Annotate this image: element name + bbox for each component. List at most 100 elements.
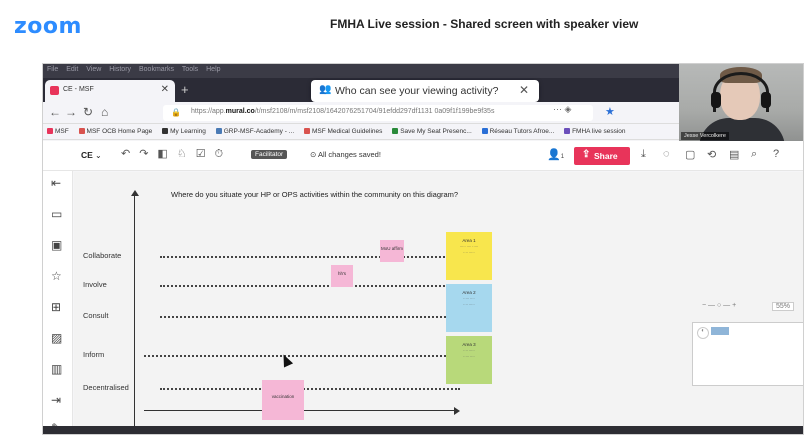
tab-title: CE - MSF bbox=[63, 86, 94, 93]
row-label-consult: Consult bbox=[83, 311, 109, 320]
row-line-involve bbox=[160, 285, 460, 287]
sticky-note-icon[interactable]: ▭ bbox=[51, 207, 62, 221]
row-label-collaborate: Collaborate bbox=[83, 251, 122, 260]
mural-canvas[interactable]: Where do you situate your HP or OPS acti… bbox=[74, 172, 803, 434]
comments-icon[interactable]: ◌ bbox=[663, 148, 670, 160]
people-icon: 👥 bbox=[319, 84, 332, 95]
meeting-title: FMHA Live session - Shared screen with s… bbox=[330, 17, 639, 31]
sticky-note-area[interactable]: Area 1 ····· ···· ····· ···· ····· bbox=[446, 232, 492, 280]
sticky-note[interactable]: MoU affirm bbox=[380, 240, 404, 262]
popup-text: Who can see your viewing activity? bbox=[335, 85, 499, 97]
help-icon[interactable]: ? bbox=[773, 148, 779, 160]
icons-star-icon[interactable]: ☆ bbox=[51, 269, 62, 283]
image-icon[interactable]: ▨ bbox=[51, 331, 62, 345]
zoom-header: zoom FMHA Live session - Shared screen w… bbox=[0, 0, 808, 58]
bookmark-icon bbox=[481, 128, 488, 134]
x-axis-arrow bbox=[454, 407, 460, 415]
bookmark-item[interactable]: Réseau Tutors Afroe... bbox=[481, 128, 554, 135]
bookmark-item[interactable]: GRP-MSF-Academy - ... bbox=[215, 128, 294, 135]
bookmark-item[interactable]: My Learning bbox=[162, 128, 206, 135]
download-icon[interactable]: ⤓ bbox=[641, 148, 646, 161]
url-domain: mural.co bbox=[225, 108, 255, 115]
row-label-involve: Involve bbox=[83, 280, 107, 289]
row-line-consult bbox=[160, 316, 470, 318]
facilitator-badge[interactable]: Facilitator bbox=[251, 150, 288, 159]
minimap-viewport[interactable] bbox=[711, 327, 729, 335]
search-icon[interactable]: ⌕ bbox=[751, 148, 757, 161]
frameworks-icon[interactable]: ⊞ bbox=[51, 300, 61, 314]
row-line-inform bbox=[144, 355, 474, 357]
chat-icon[interactable]: ▢ bbox=[685, 148, 695, 161]
mural-toolbar: CE ⌄ ↶↷◧♘☑⏱ Facilitator ⊙ All changes sa… bbox=[43, 141, 803, 171]
bookmark-item[interactable]: MSF Medical Guidelines bbox=[303, 128, 382, 135]
bookmark-item[interactable]: FMHA live session bbox=[564, 128, 626, 135]
bookmark-icon bbox=[564, 128, 571, 134]
row-label-inform: Inform bbox=[83, 350, 105, 359]
row-label-decentralised: Decentralised bbox=[83, 383, 129, 392]
menu-file[interactable]: File bbox=[47, 66, 58, 73]
zoom-percentage[interactable]: 55% bbox=[772, 302, 795, 311]
collaborators-icon[interactable]: 👤1 bbox=[547, 148, 564, 161]
lock-icon: 🔒 bbox=[171, 108, 181, 117]
address-field[interactable]: 🔒 https://app.mural.co/t/msf2108/m/msf21… bbox=[163, 105, 593, 121]
bookmark-icon bbox=[162, 128, 169, 134]
outline-icon[interactable]: ▤ bbox=[729, 148, 739, 161]
templates-icon[interactable]: ▣ bbox=[51, 238, 62, 252]
upload-icon[interactable]: ⇥ bbox=[51, 393, 61, 407]
menu-help[interactable]: Help bbox=[206, 66, 220, 73]
sticky-note-area[interactable]: Area 3 ···· ····· ····· ···· bbox=[446, 336, 492, 384]
bookmark-icon bbox=[392, 128, 399, 134]
minimap-toggle-icon[interactable]: ◐ bbox=[697, 327, 709, 339]
y-axis-arrow bbox=[131, 190, 139, 196]
menu-history[interactable]: History bbox=[109, 66, 131, 73]
bookmark-item[interactable]: Save My Seat Presenc... bbox=[392, 128, 472, 135]
forward-icon[interactable]: → bbox=[65, 105, 77, 119]
row-line-decentralised bbox=[160, 388, 460, 390]
browser-tab[interactable]: CE - MSF ✕ bbox=[45, 80, 175, 102]
page-actions-icon[interactable]: ··· ◈ bbox=[553, 104, 571, 115]
mural-favicon-icon bbox=[50, 86, 59, 95]
headset-earcup bbox=[711, 92, 721, 108]
url-prefix: https://app. bbox=[191, 108, 226, 115]
bookmark-item[interactable]: MSF bbox=[47, 128, 69, 135]
share-icon: ⇪ bbox=[582, 149, 591, 160]
home-icon[interactable]: ⌂ bbox=[101, 105, 108, 119]
bookmark-star-icon[interactable]: ★ bbox=[605, 105, 615, 118]
library-icon[interactable]: ▥ bbox=[51, 362, 62, 376]
zoom-in-icon[interactable]: + bbox=[732, 302, 736, 309]
menu-tools[interactable]: Tools bbox=[182, 66, 198, 73]
back-icon[interactable]: ← bbox=[49, 105, 61, 119]
zoom-out-icon[interactable]: − bbox=[702, 302, 706, 309]
bookmark-icon bbox=[78, 128, 85, 134]
sticky-note[interactable]: hh's bbox=[331, 265, 353, 287]
close-popup-icon[interactable]: ✕ bbox=[519, 83, 529, 97]
speaker-video[interactable]: Jesse Vercolkere bbox=[679, 64, 803, 142]
bookmark-icon bbox=[215, 128, 222, 134]
collapse-icon[interactable]: ⇤ bbox=[51, 176, 61, 190]
bookmark-icon bbox=[47, 128, 53, 134]
mural-sidebar: ⇤ ▭ ▣ ☆ ⊞ ▨ ▥ ⇥ ✎ bbox=[43, 171, 73, 434]
sticky-note[interactable]: vaccination bbox=[262, 380, 304, 420]
sticky-note-area[interactable]: Area 2 ····· ···· ···· ····· bbox=[446, 284, 492, 332]
shared-screen: File Edit View History Bookmarks Tools H… bbox=[42, 63, 804, 435]
menu-edit[interactable]: Edit bbox=[66, 66, 78, 73]
headset-earcup bbox=[761, 92, 771, 108]
reload-icon[interactable]: ↻ bbox=[83, 105, 93, 119]
url-rest: /t/msf2108/m/msf2108/1642076251704/91efd… bbox=[254, 108, 495, 115]
y-axis bbox=[134, 194, 135, 426]
activity-icon[interactable]: ⟲ bbox=[707, 148, 716, 161]
zoom-control[interactable]: − — ○ — + 55% bbox=[702, 302, 802, 316]
toolbar-icons[interactable]: ↶↷◧♘☑⏱ bbox=[121, 147, 232, 161]
canvas-question: Where do you situate your HP or OPS acti… bbox=[171, 190, 459, 199]
close-tab-icon[interactable]: ✕ bbox=[161, 84, 169, 95]
save-status: ⊙ All changes saved! bbox=[310, 150, 381, 159]
board-menu[interactable]: CE ⌄ bbox=[81, 150, 102, 160]
new-tab-icon[interactable]: + bbox=[181, 82, 189, 97]
zoom-logo: zoom bbox=[14, 14, 82, 39]
viewing-activity-popup[interactable]: 👥 Who can see your viewing activity? ✕ bbox=[311, 80, 539, 102]
menu-bookmarks[interactable]: Bookmarks bbox=[139, 66, 174, 73]
minimap[interactable]: ◐ bbox=[692, 322, 803, 386]
bookmark-item[interactable]: MSF OCB Home Page bbox=[78, 128, 152, 135]
share-button[interactable]: ⇪ Share bbox=[574, 147, 630, 165]
menu-view[interactable]: View bbox=[86, 66, 101, 73]
